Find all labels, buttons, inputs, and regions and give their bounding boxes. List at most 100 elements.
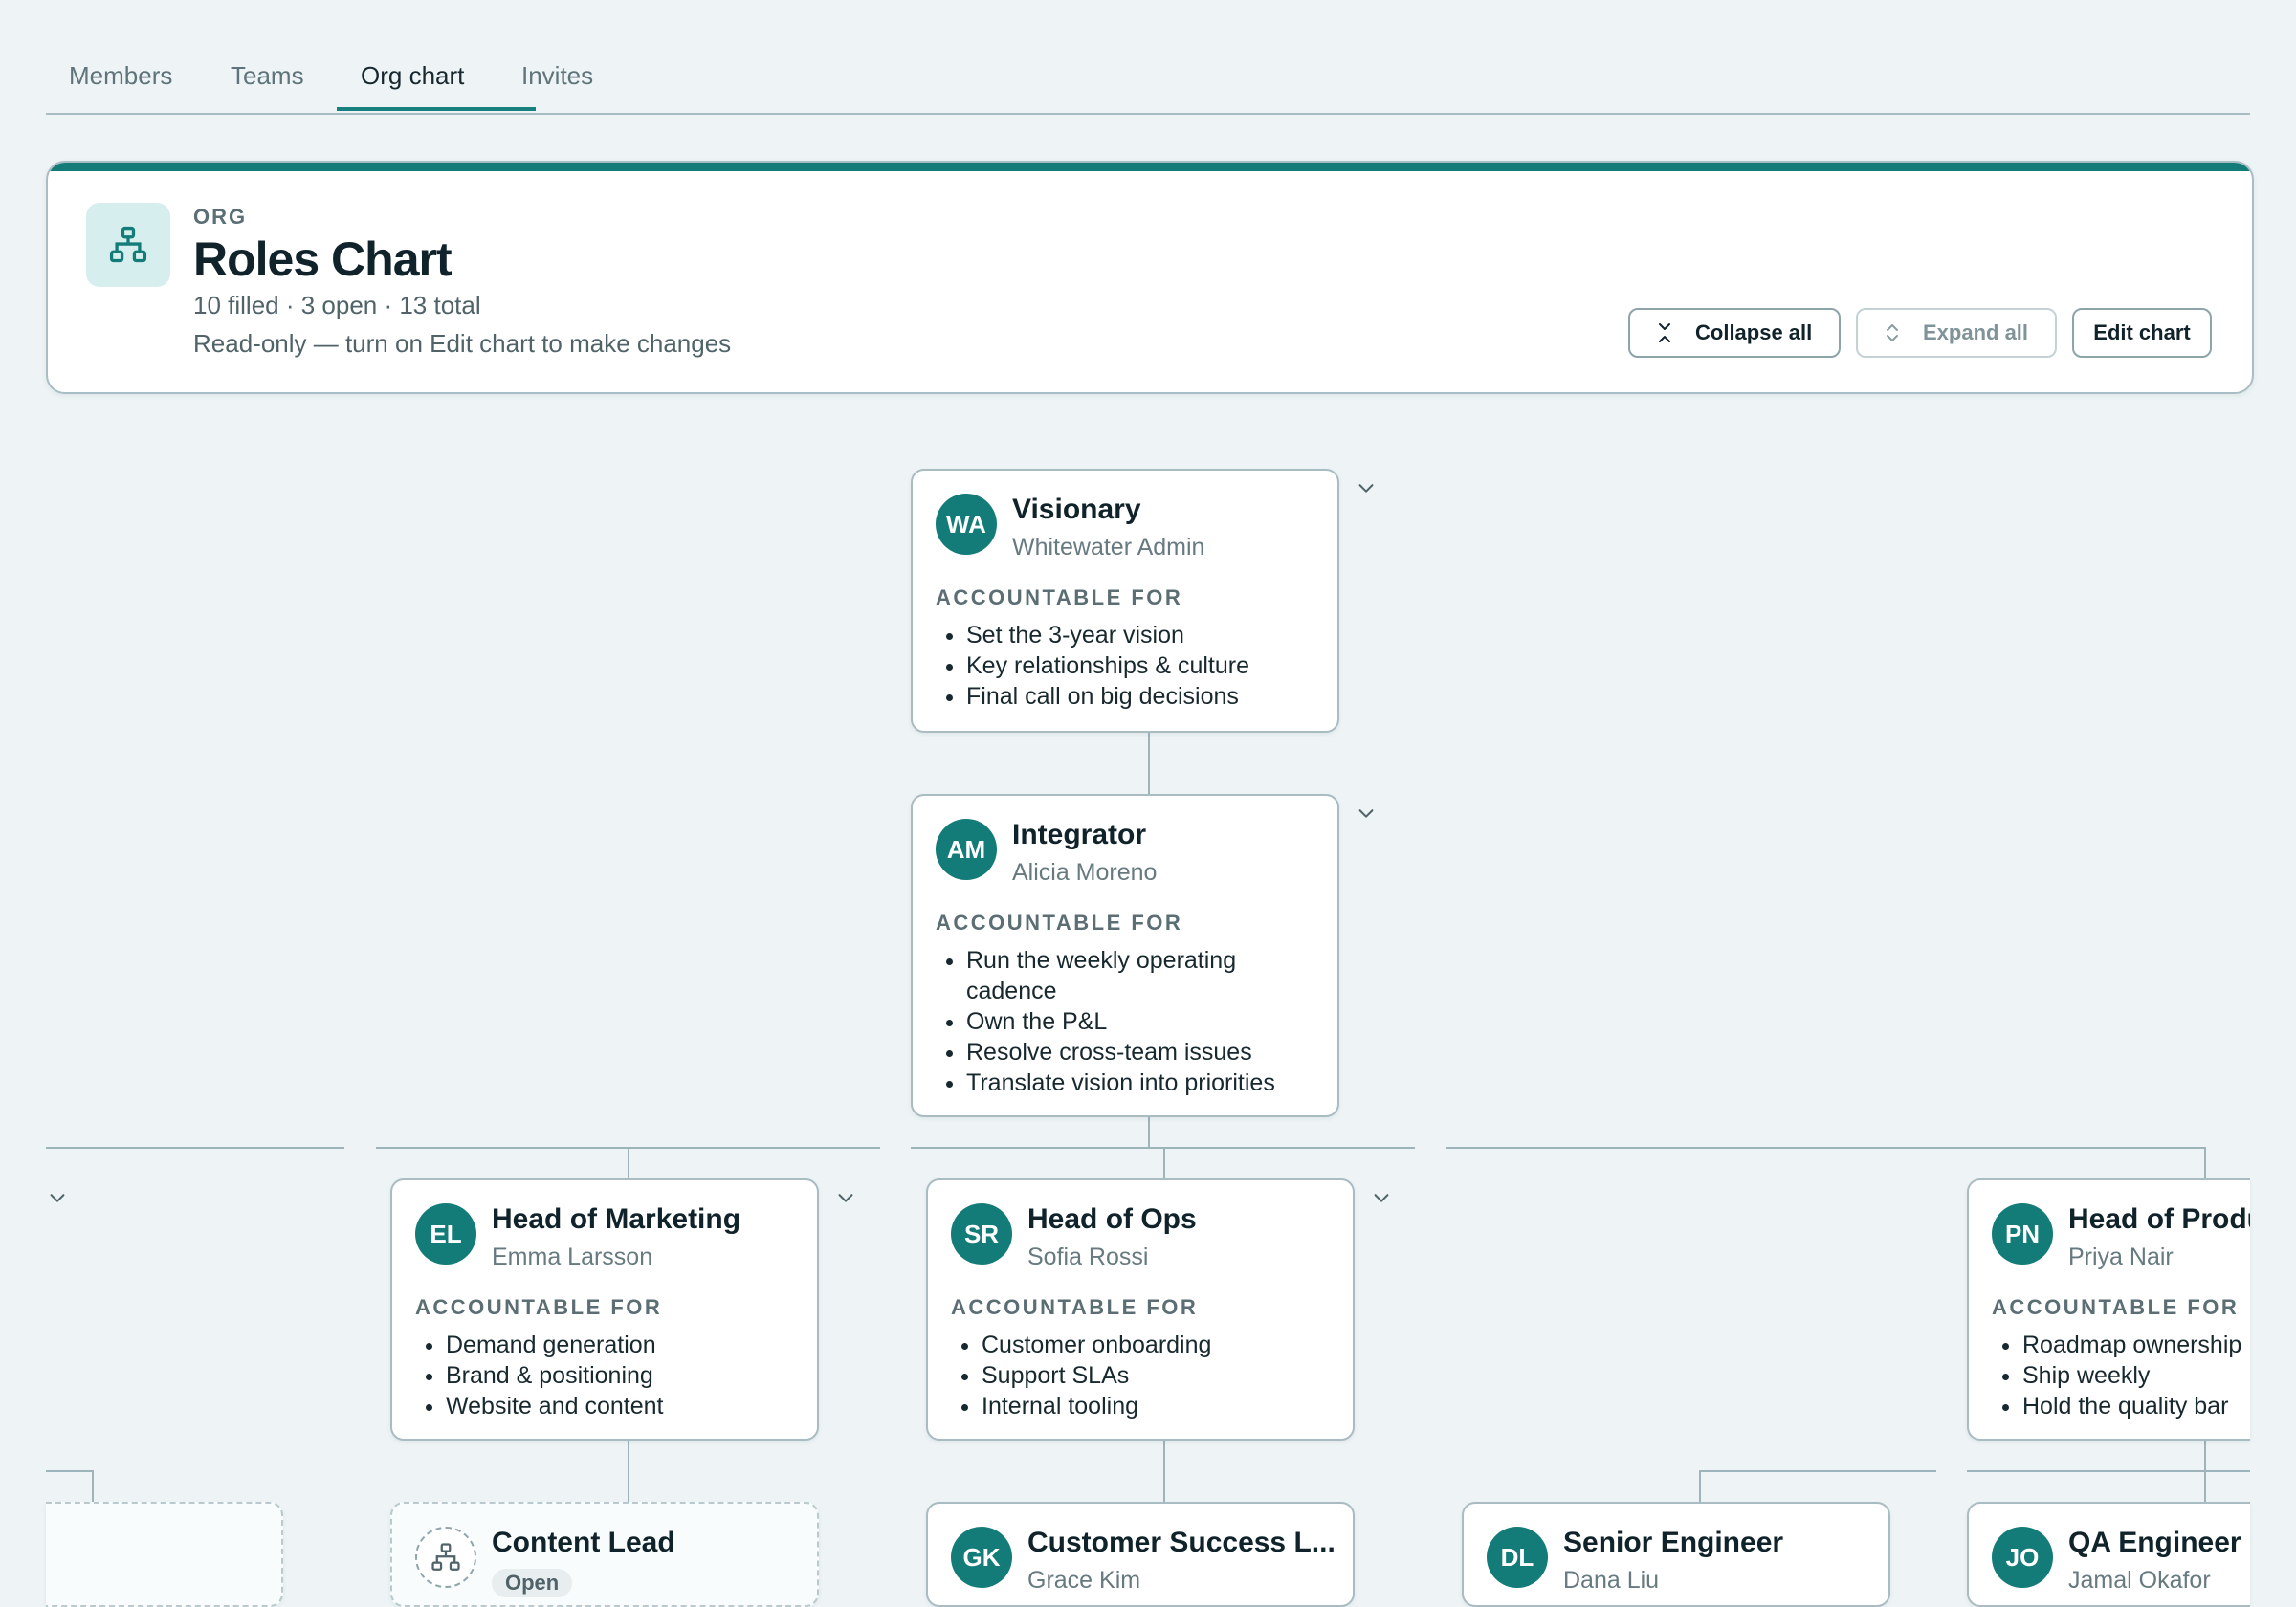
open-role-avatar — [415, 1527, 476, 1588]
chevron-down-icon[interactable] — [1353, 800, 1380, 826]
accountable-heading: ACCOUNTABLE FOR — [1992, 1295, 2240, 1319]
connector — [1148, 1115, 1150, 1148]
expand-icon — [1879, 319, 1906, 346]
open-role-card[interactable] — [46, 1502, 283, 1607]
tab-teams[interactable]: Teams — [231, 61, 304, 91]
avatar: EL — [415, 1203, 476, 1265]
connector — [1699, 1470, 1936, 1472]
header-eyebrow: ORG — [193, 205, 248, 229]
list-item: Key relationships & culture — [966, 650, 1249, 681]
connector — [1699, 1471, 1701, 1504]
role-title: Head of Ops — [1027, 1203, 1197, 1235]
role-title: QA Engineer — [2068, 1527, 2241, 1558]
role-holder: Sofia Rossi — [1027, 1244, 1149, 1270]
connector — [1148, 731, 1150, 794]
role-card-visionary[interactable]: WA Visionary Whitewater Admin ACCOUNTABL… — [911, 469, 1339, 733]
list-item: Website and content — [446, 1391, 663, 1421]
edit-chart-button[interactable]: Edit chart — [2072, 308, 2212, 358]
avatar: AM — [936, 819, 997, 880]
list-item: Customer onboarding — [982, 1330, 1211, 1360]
list-item: Demand generation — [446, 1330, 663, 1360]
role-holder: Whitewater Admin — [1012, 534, 1205, 561]
responsibility-list: Customer onboarding Support SLAs Interna… — [951, 1330, 1211, 1421]
accountable-heading: ACCOUNTABLE FOR — [951, 1295, 1199, 1319]
avatar: JO — [1992, 1527, 2053, 1588]
header-accent-bar — [48, 163, 2252, 171]
connector — [1163, 1439, 1165, 1504]
list-item: Ship weekly — [2022, 1360, 2241, 1391]
role-title: Visionary — [1012, 494, 1141, 525]
role-card-content-lead[interactable]: Content Lead Open — [390, 1502, 819, 1607]
role-title: Head of Produ — [2068, 1203, 2250, 1235]
accountable-heading: ACCOUNTABLE FOR — [936, 911, 1183, 935]
chevron-down-icon[interactable] — [1368, 1184, 1395, 1211]
connector — [2204, 1148, 2206, 1180]
role-holder: Grace Kim — [1027, 1567, 1141, 1594]
role-card-head-of-product[interactable]: PN Head of Produ Priya Nair ACCOUNTABLE … — [1967, 1178, 2250, 1441]
role-title: Senior Engineer — [1563, 1527, 1784, 1558]
read-only-note: Read-only — turn on Edit chart to make c… — [193, 329, 732, 358]
role-holder: Alicia Moreno — [1012, 859, 1158, 886]
role-holder: Emma Larsson — [492, 1244, 653, 1270]
role-holder: Dana Liu — [1563, 1567, 1660, 1594]
avatar: DL — [1487, 1527, 1548, 1588]
connector — [628, 1148, 629, 1180]
avatar: SR — [951, 1203, 1012, 1265]
connector — [628, 1439, 629, 1504]
active-tab-indicator — [337, 107, 536, 111]
connector — [1163, 1148, 1165, 1180]
responsibility-list: Demand generation Brand & positioning We… — [415, 1330, 663, 1421]
list-item: Hold the quality bar — [2022, 1391, 2241, 1421]
role-card-senior-engineer[interactable]: DL Senior Engineer Dana Liu — [1462, 1502, 1890, 1607]
connector — [92, 1471, 94, 1504]
role-card-integrator[interactable]: AM Integrator Alicia Moreno ACCOUNTABLE … — [911, 794, 1339, 1117]
connector — [1446, 1147, 2206, 1149]
chevron-down-icon[interactable] — [1353, 474, 1380, 501]
list-item: Translate vision into priorities — [966, 1068, 1282, 1098]
page-title: Roles Chart — [193, 232, 453, 286]
tab-members[interactable]: Members — [69, 61, 172, 91]
tab-invites[interactable]: Invites — [521, 61, 593, 91]
collapse-all-button[interactable]: Collapse all — [1628, 308, 1841, 358]
list-item: Internal tooling — [982, 1391, 1211, 1421]
chevron-down-icon[interactable] — [44, 1184, 71, 1211]
connector — [46, 1470, 94, 1472]
accountable-heading: ACCOUNTABLE FOR — [936, 585, 1183, 609]
role-title: Customer Success L... — [1027, 1527, 1336, 1558]
list-item: Own the P&L — [966, 1006, 1282, 1037]
collapse-icon — [1651, 319, 1678, 346]
responsibility-list: Run the weekly operating cadence Own the… — [936, 945, 1282, 1098]
role-card-head-of-ops[interactable]: SR Head of Ops Sofia Rossi ACCOUNTABLE F… — [926, 1178, 1355, 1441]
org-header-card: ORG Roles Chart 10 filled · 3 open · 13 … — [46, 161, 2254, 394]
list-item: Resolve cross-team issues — [966, 1037, 1282, 1068]
responsibility-list: Roadmap ownership Ship weekly Hold the q… — [1992, 1330, 2241, 1421]
list-item: Brand & positioning — [446, 1360, 663, 1391]
role-holder: Priya Nair — [2068, 1244, 2174, 1270]
open-status-badge: Open — [492, 1569, 573, 1597]
chart-stats: 10 filled · 3 open · 13 total — [193, 291, 481, 319]
role-title: Head of Marketing — [492, 1203, 741, 1235]
tab-bar: Members Teams Org chart Invites — [46, 42, 2250, 115]
list-item: Roadmap ownership — [2022, 1330, 2241, 1360]
connector — [1967, 1470, 2250, 1472]
avatar: WA — [936, 494, 997, 555]
org-chart-icon — [86, 203, 170, 287]
list-item: Support SLAs — [982, 1360, 1211, 1391]
role-title: Integrator — [1012, 819, 1147, 850]
chevron-down-icon[interactable] — [832, 1184, 859, 1211]
expand-all-button[interactable]: Expand all — [1856, 308, 2057, 358]
role-card-qa-engineer[interactable]: JO QA Engineer Jamal Okafor — [1967, 1502, 2250, 1607]
role-card-head-of-marketing[interactable]: EL Head of Marketing Emma Larsson ACCOUN… — [390, 1178, 819, 1441]
role-holder: Jamal Okafor — [2068, 1567, 2211, 1594]
role-card-customer-success-lead[interactable]: GK Customer Success L... Grace Kim — [926, 1502, 1355, 1607]
accountable-heading: ACCOUNTABLE FOR — [415, 1295, 663, 1319]
avatar: GK — [951, 1527, 1012, 1588]
role-title: Content Lead — [492, 1527, 675, 1558]
list-item: Set the 3-year vision — [966, 620, 1249, 650]
responsibility-list: Set the 3-year vision Key relationships … — [936, 620, 1249, 712]
connector — [46, 1147, 344, 1149]
list-item: Run the weekly operating cadence — [966, 945, 1282, 1006]
tab-org-chart[interactable]: Org chart — [361, 61, 464, 91]
list-item: Final call on big decisions — [966, 681, 1249, 712]
avatar: PN — [1992, 1203, 2053, 1265]
